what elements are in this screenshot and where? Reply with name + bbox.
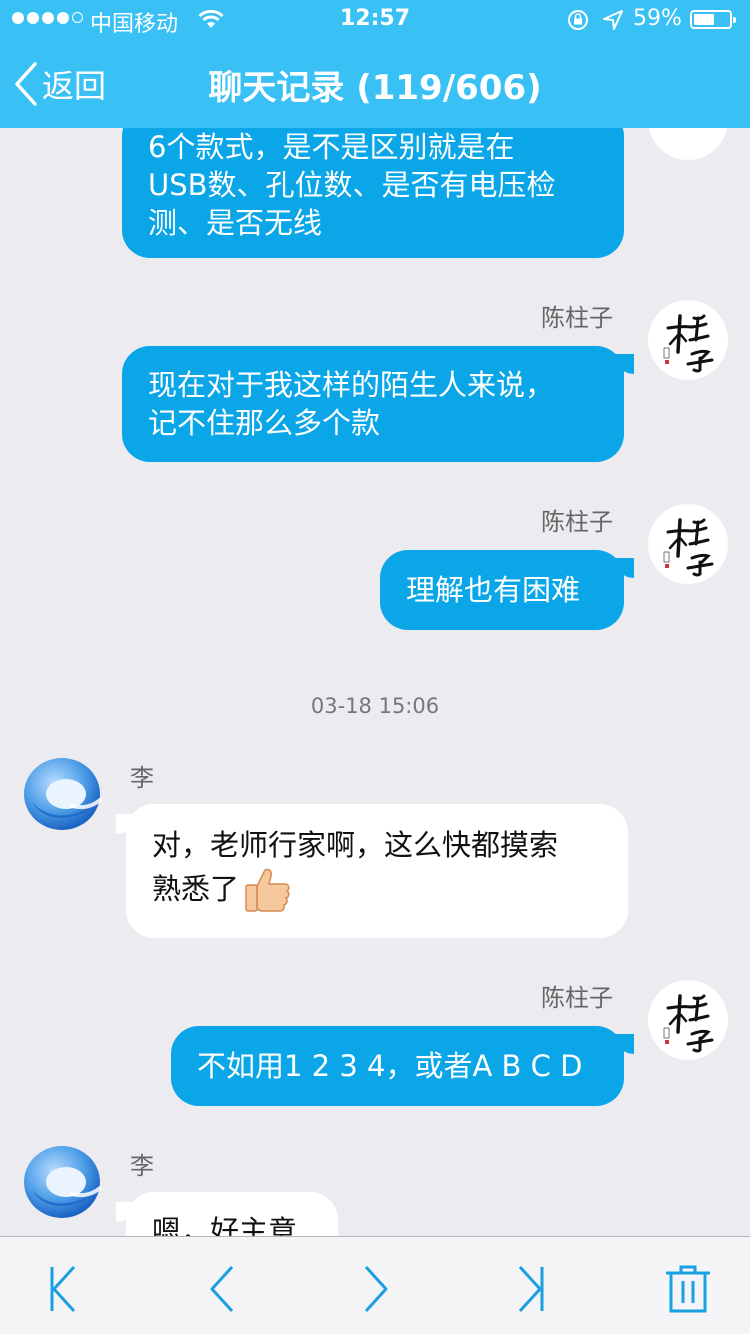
- message-timestamp: 03-18 15:06: [310, 694, 440, 718]
- message-text: 现在对于我这样的陌生人来说，: [148, 368, 555, 402]
- previous-page-icon[interactable]: [196, 1263, 248, 1315]
- trash-icon[interactable]: [662, 1263, 714, 1315]
- first-page-icon[interactable]: [38, 1263, 90, 1315]
- message-bubble[interactable]: 嗯，好主意: [126, 1192, 338, 1236]
- last-page-icon[interactable]: [504, 1263, 556, 1315]
- sender-name: 陈柱子: [541, 508, 613, 536]
- page-title: 聊天记录 (119/606): [208, 68, 542, 108]
- location-arrow-icon: [603, 10, 623, 30]
- message-bubble[interactable]: 现在对于我这样的陌生人来说， 记不住那么多个款: [122, 346, 624, 462]
- message-text: 熟悉了: [152, 872, 240, 906]
- message-text: USB数、孔位数、是否有电压检: [148, 168, 556, 202]
- avatar[interactable]: [22, 754, 104, 836]
- avatar[interactable]: [648, 504, 728, 584]
- thumbs-up-emoji-icon: [245, 868, 290, 912]
- message-bubble[interactable]: 不如用1 2 3 4，或者A B C D: [171, 1026, 624, 1106]
- message-text: 理解也有困难: [406, 573, 581, 607]
- chat-history[interactable]: 6个款式，是不是区别就是在 USB数、孔位数、是否有电压检 测、是否无线 陈柱子…: [0, 128, 750, 1236]
- message-bubble[interactable]: 对，老师行家啊，这么快都摸索 熟悉了: [126, 804, 628, 938]
- sender-name: 陈柱子: [541, 984, 613, 1012]
- message-bubble[interactable]: 理解也有困难: [380, 550, 624, 630]
- sender-name: 李: [130, 764, 154, 792]
- message-text: 不如用1 2 3 4，或者A B C D: [197, 1049, 583, 1083]
- message-text: 测、是否无线: [148, 206, 323, 240]
- next-page-icon[interactable]: [350, 1263, 402, 1315]
- message-text: 嗯，好主意: [152, 1214, 298, 1236]
- status-bar: 中国移动 12:57 59%: [0, 0, 750, 40]
- battery-icon: [690, 10, 736, 29]
- avatar[interactable]: [648, 300, 728, 380]
- avatar[interactable]: [648, 128, 728, 160]
- rotation-lock-icon: [568, 10, 588, 30]
- message-text: 记不住那么多个款: [148, 406, 381, 440]
- battery-percent: 59%: [633, 6, 682, 31]
- message-text: 6个款式，是不是区别就是在: [148, 130, 515, 164]
- sender-name: 陈柱子: [541, 304, 613, 332]
- avatar[interactable]: [22, 1142, 104, 1224]
- bottom-toolbar: [0, 1236, 750, 1334]
- avatar[interactable]: [648, 980, 728, 1060]
- sender-name: 李: [130, 1152, 154, 1180]
- top-bar: 中国移动 12:57 59% 返回 聊天记录 (119/606): [0, 0, 750, 128]
- message-text: 对，老师行家啊，这么快都摸索: [152, 828, 559, 862]
- message-bubble[interactable]: 6个款式，是不是区别就是在 USB数、孔位数、是否有电压检 测、是否无线: [122, 128, 624, 258]
